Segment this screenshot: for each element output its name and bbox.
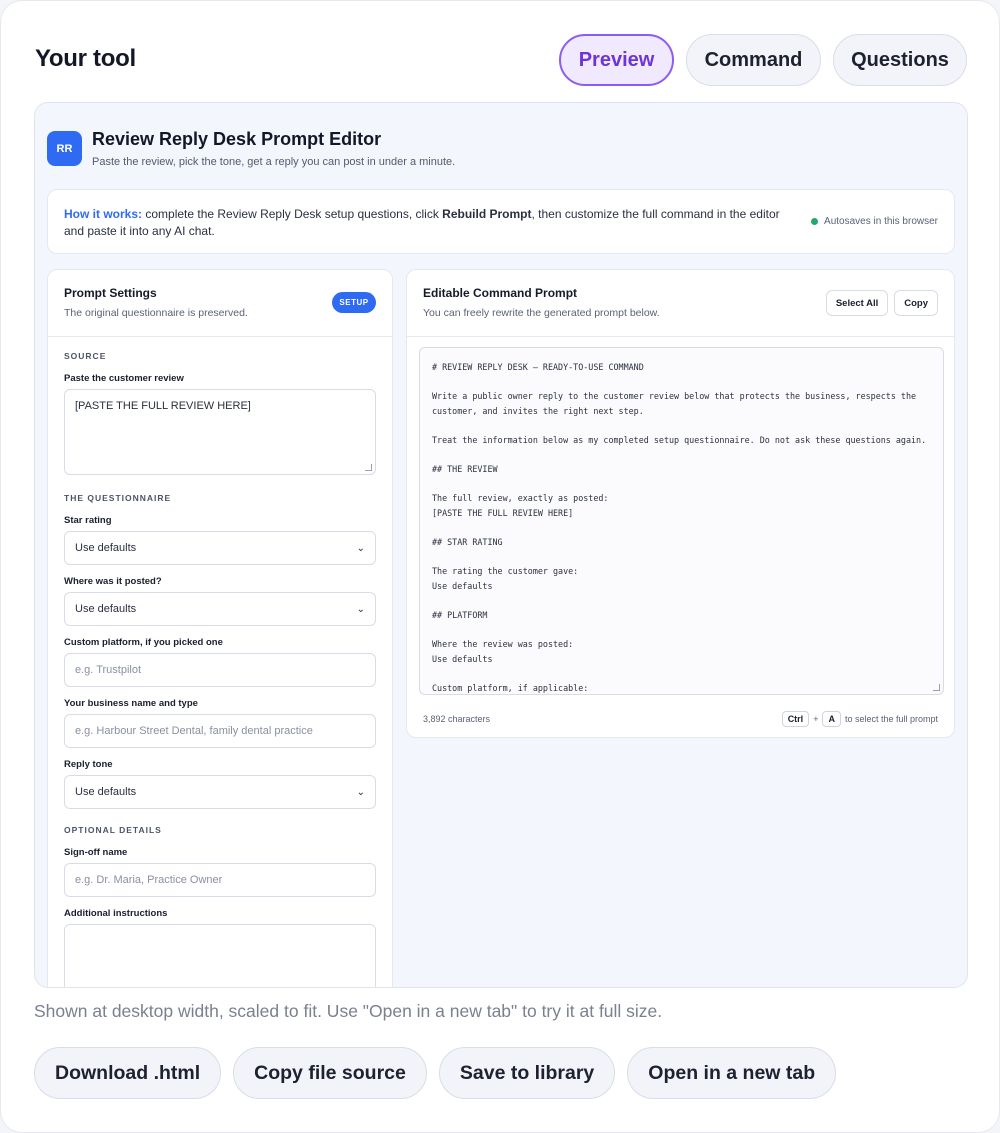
action-buttons: Download .html Copy file source Save to … bbox=[34, 1047, 837, 1099]
chevron-down-icon: ⌄ bbox=[356, 603, 365, 615]
select-all-button[interactable]: Select All bbox=[825, 290, 889, 316]
app-title: Review Reply Desk Prompt Editor bbox=[92, 129, 382, 149]
view-tabs: Preview Command Questions bbox=[559, 34, 967, 86]
prompt-settings-card: Prompt Settings The original questionnai… bbox=[47, 269, 393, 987]
star-rating-label: Star rating bbox=[64, 515, 112, 526]
settings-form: SOURCE Paste the customer review [PASTE … bbox=[48, 337, 392, 987]
star-rating-select[interactable]: Use defaults ⌄ bbox=[64, 531, 376, 565]
how-it-works-label: How it works: bbox=[64, 207, 143, 221]
reply-tone-value: Use defaults bbox=[75, 786, 137, 798]
tab-questions[interactable]: Questions bbox=[833, 34, 967, 86]
how-text-part: complete the Review Reply Desk setup que… bbox=[142, 207, 443, 221]
rebuild-prompt-mention: Rebuild Prompt bbox=[442, 207, 532, 221]
kbd-plus: + bbox=[813, 714, 819, 724]
download-html-button[interactable]: Download .html bbox=[34, 1047, 222, 1099]
section-source: SOURCE bbox=[64, 351, 107, 361]
review-textarea[interactable]: [PASTE THE FULL REVIEW HERE] bbox=[64, 389, 376, 475]
editor-footer: 3,892 characters Ctrl + A to select the … bbox=[423, 708, 938, 730]
settings-header: Prompt Settings The original questionnai… bbox=[48, 270, 392, 337]
tool-panel: Your tool Preview Command Questions RR R… bbox=[0, 0, 1000, 1133]
kbd-ctrl: Ctrl bbox=[781, 711, 810, 727]
shortcut-hint-text: to select the full prompt bbox=[844, 714, 938, 724]
preview-caption: Shown at desktop width, scaled to fit. U… bbox=[34, 1001, 663, 1021]
shortcut-hint: Ctrl + A to select the full prompt bbox=[781, 711, 938, 727]
platform-select[interactable]: Use defaults ⌄ bbox=[64, 592, 376, 626]
custom-platform-label: Custom platform, if you picked one bbox=[64, 637, 223, 648]
additional-textarea[interactable] bbox=[64, 924, 376, 987]
platform-label: Where was it posted? bbox=[64, 576, 162, 587]
app-header: RR Review Reply Desk Prompt Editor Paste… bbox=[47, 129, 455, 168]
how-it-works-text: How it works: complete the Review Reply … bbox=[64, 206, 794, 240]
business-placeholder: e.g. Harbour Street Dental, family denta… bbox=[75, 725, 313, 737]
settings-subtitle: The original questionnaire is preserved. bbox=[64, 307, 248, 319]
editor-header: Editable Command Prompt You can freely r… bbox=[407, 270, 954, 337]
character-count: 3,892 characters bbox=[423, 714, 491, 724]
chevron-down-icon: ⌄ bbox=[356, 786, 365, 798]
additional-label: Additional instructions bbox=[64, 908, 168, 919]
custom-platform-input[interactable]: e.g. Trustpilot bbox=[64, 653, 376, 687]
open-new-tab-button[interactable]: Open in a new tab bbox=[627, 1047, 837, 1099]
command-editor-card: Editable Command Prompt You can freely r… bbox=[406, 269, 955, 738]
how-it-works-banner: How it works: complete the Review Reply … bbox=[47, 189, 955, 254]
prompt-textarea[interactable]: # REVIEW REPLY DESK — READY-TO-USE COMMA… bbox=[419, 347, 944, 695]
signoff-label: Sign-off name bbox=[64, 847, 128, 858]
star-rating-value: Use defaults bbox=[75, 542, 137, 554]
section-questionnaire: THE QUESTIONNAIRE bbox=[64, 493, 172, 503]
tab-preview[interactable]: Preview bbox=[559, 34, 674, 86]
platform-value: Use defaults bbox=[75, 603, 137, 615]
autosave-status: Autosaves in this browser bbox=[811, 216, 938, 227]
copy-button[interactable]: Copy bbox=[894, 290, 938, 316]
page-title: Your tool bbox=[35, 45, 136, 72]
chevron-down-icon: ⌄ bbox=[356, 542, 365, 554]
autosave-label: Autosaves in this browser bbox=[824, 216, 938, 227]
custom-platform-placeholder: e.g. Trustpilot bbox=[75, 664, 142, 676]
preview-frame: RR Review Reply Desk Prompt Editor Paste… bbox=[34, 102, 968, 988]
kbd-a: A bbox=[822, 711, 841, 727]
tab-command[interactable]: Command bbox=[686, 34, 821, 86]
resize-handle-icon[interactable] bbox=[365, 464, 372, 471]
prompt-text: # REVIEW REPLY DESK — READY-TO-USE COMMA… bbox=[432, 362, 927, 694]
save-library-button[interactable]: Save to library bbox=[438, 1047, 616, 1099]
app-subtitle: Paste the review, pick the tone, get a r… bbox=[92, 156, 456, 168]
section-optional: OPTIONAL DETAILS bbox=[64, 825, 162, 835]
business-label: Your business name and type bbox=[64, 698, 198, 709]
signoff-input[interactable]: e.g. Dr. Maria, Practice Owner bbox=[64, 863, 376, 897]
setup-badge: SETUP bbox=[332, 292, 376, 313]
editor-buttons: Select All Copy bbox=[825, 290, 938, 316]
app-logo: RR bbox=[47, 131, 82, 166]
reply-tone-label: Reply tone bbox=[64, 759, 113, 770]
review-label: Paste the customer review bbox=[64, 373, 184, 384]
business-input[interactable]: e.g. Harbour Street Dental, family denta… bbox=[64, 714, 376, 748]
review-value: [PASTE THE FULL REVIEW HERE] bbox=[75, 400, 251, 412]
copy-source-button[interactable]: Copy file source bbox=[233, 1047, 427, 1099]
status-dot-icon bbox=[811, 218, 819, 225]
signoff-placeholder: e.g. Dr. Maria, Practice Owner bbox=[75, 874, 223, 886]
resize-handle-icon[interactable] bbox=[933, 684, 940, 691]
settings-title: Prompt Settings bbox=[64, 286, 157, 300]
reply-tone-select[interactable]: Use defaults ⌄ bbox=[64, 775, 376, 809]
